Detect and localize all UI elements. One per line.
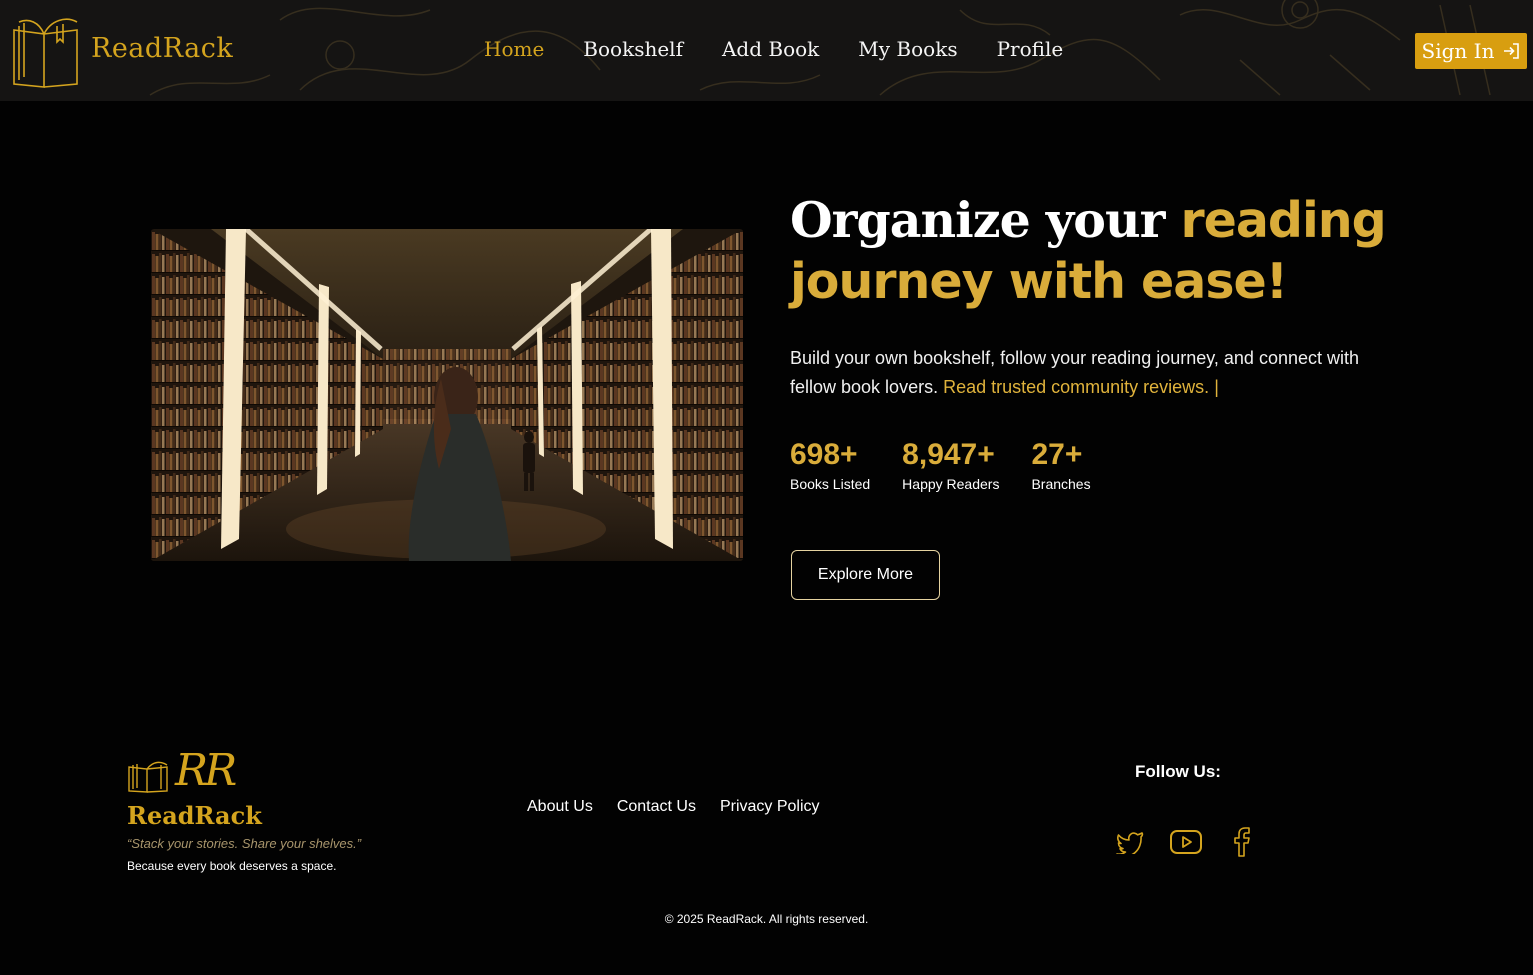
library-illustration bbox=[151, 229, 743, 561]
typing-cursor: | bbox=[1214, 377, 1219, 397]
stat-value: 27+ bbox=[1031, 438, 1083, 471]
facebook-link[interactable] bbox=[1224, 826, 1259, 858]
footer-logo-mark: RR bbox=[127, 743, 361, 793]
hero-content: Organize your reading journey with ease!… bbox=[790, 190, 1410, 492]
footer-link-privacy-policy[interactable]: Privacy Policy bbox=[720, 798, 820, 816]
nav-my-books[interactable]: My Books bbox=[858, 37, 957, 61]
hero-description: Build your own bookshelf, follow your re… bbox=[790, 344, 1370, 402]
footer-tagline: “Stack your stories. Share your shelves.… bbox=[127, 836, 362, 851]
stat-label: Happy Readers bbox=[902, 476, 1000, 492]
footer-brand-name: ReadRack bbox=[127, 801, 262, 830]
youtube-icon bbox=[1169, 830, 1202, 854]
stat-label: Branches bbox=[1031, 476, 1091, 492]
facebook-icon bbox=[1233, 827, 1250, 857]
social-links bbox=[1112, 826, 1259, 858]
top-navbar: ReadRack Home Bookshelf Add Book My Book… bbox=[0, 0, 1533, 101]
brand-logo[interactable]: ReadRack bbox=[11, 12, 233, 88]
main-nav: Home Bookshelf Add Book My Books Profile bbox=[484, 37, 1102, 61]
sign-in-icon bbox=[1504, 43, 1520, 59]
stat-branches: 27+ Branches bbox=[1031, 438, 1090, 492]
nav-home[interactable]: Home bbox=[484, 37, 544, 61]
copyright-text: © 2025 ReadRack. All rights reserved. bbox=[664, 912, 869, 926]
stat-value: 8,947+ bbox=[902, 438, 995, 471]
open-book-logo-icon bbox=[13, 18, 78, 88]
headline-accent-1: reading bbox=[1180, 192, 1386, 249]
footer-links: About Us Contact Us Privacy Policy bbox=[527, 798, 844, 816]
headline-white: Organize your bbox=[790, 191, 1181, 249]
footer-monogram: RR bbox=[175, 745, 237, 796]
sign-in-label: Sign In bbox=[1421, 39, 1495, 63]
nav-bookshelf[interactable]: Bookshelf bbox=[583, 37, 683, 61]
sign-in-button[interactable]: Sign In bbox=[1415, 33, 1527, 69]
stat-label: Books Listed bbox=[790, 476, 871, 492]
footer-link-about-us[interactable]: About Us bbox=[527, 798, 593, 816]
brand-name: ReadRack bbox=[91, 32, 234, 64]
footer-link-contact-us[interactable]: Contact Us bbox=[617, 798, 696, 816]
footer-subtext: Because every book deserves a space. bbox=[127, 859, 337, 873]
twitter-link[interactable] bbox=[1112, 826, 1147, 858]
nav-profile[interactable]: Profile bbox=[997, 37, 1064, 61]
follow-us-title: Follow Us: bbox=[1135, 762, 1221, 781]
stat-books-listed: 698+ Books Listed bbox=[790, 438, 870, 492]
youtube-link[interactable] bbox=[1168, 826, 1203, 858]
library-hero-image bbox=[151, 229, 743, 561]
hero-headline: Organize your reading journey with ease! bbox=[790, 190, 1410, 312]
stat-value: 698+ bbox=[790, 438, 858, 471]
headline-accent-2: journey with ease! bbox=[790, 253, 1288, 310]
explore-more-button[interactable]: Explore More bbox=[791, 550, 940, 600]
stat-happy-readers: 8,947+ Happy Readers bbox=[902, 438, 999, 492]
footer-brand: RR ReadRack “Stack your stories. Share y… bbox=[127, 743, 362, 874]
stats-row: 698+ Books Listed 8,947+ Happy Readers 2… bbox=[790, 438, 1410, 492]
nav-add-book[interactable]: Add Book bbox=[722, 37, 819, 61]
book-logo-icon bbox=[128, 761, 168, 793]
twitter-icon bbox=[1115, 832, 1143, 854]
lead-highlight: Read trusted community reviews. bbox=[943, 377, 1210, 397]
